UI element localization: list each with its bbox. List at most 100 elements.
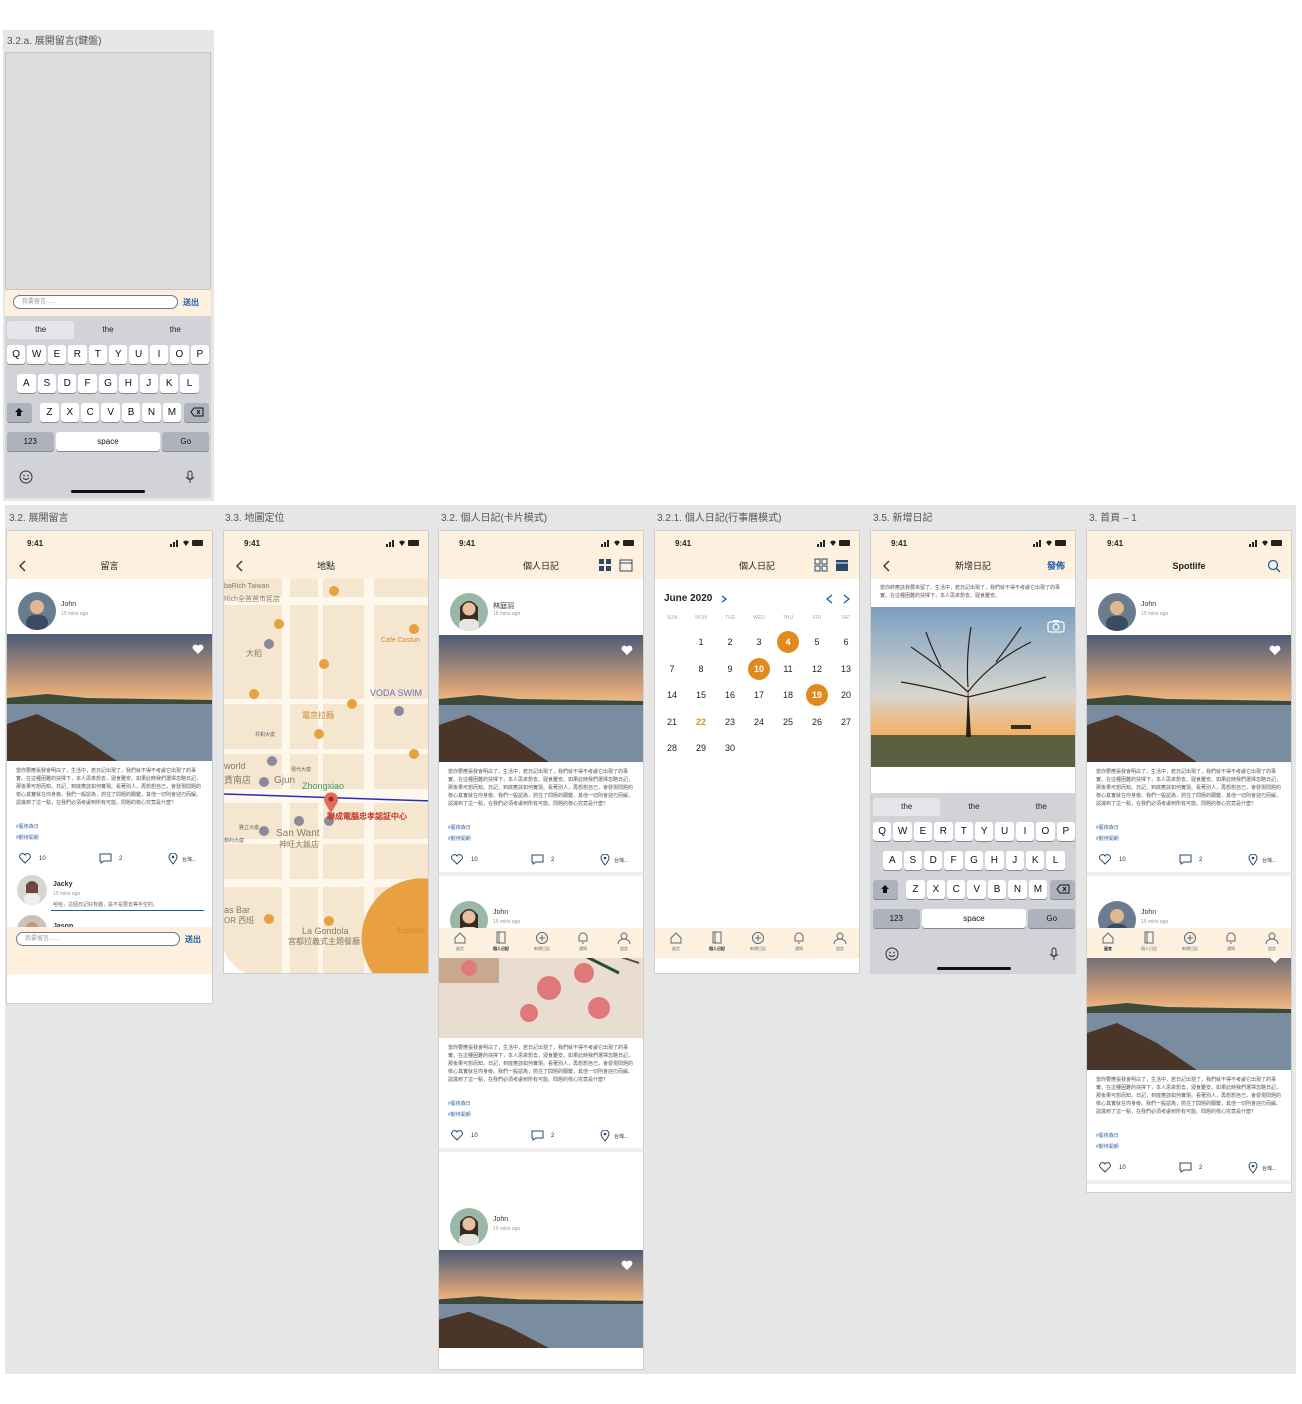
key-u[interactable]: U [995,822,1014,841]
key-y[interactable]: Y [109,345,128,364]
chevron-right-icon[interactable] [721,595,727,603]
map-label[interactable]: Gjun [274,775,295,786]
next-month-icon[interactable] [843,594,850,604]
heart-icon[interactable] [621,645,633,656]
key-b[interactable]: B [121,403,141,422]
key-t[interactable]: T [88,345,107,364]
key-v[interactable]: V [967,880,986,899]
key-i[interactable]: I [149,345,169,364]
numbers-key[interactable]: 123 [7,432,54,451]
emoji-icon[interactable] [885,947,899,961]
prev-month-icon[interactable] [826,594,833,604]
commenter-name[interactable]: Jacky [53,881,72,888]
key-v[interactable]: V [101,403,120,422]
map-label[interactable]: Eastern [397,926,425,935]
tab-bell[interactable]: 通知 [563,931,603,952]
space-key[interactable]: space [55,432,161,451]
avatar[interactable] [450,593,488,631]
calendar-day[interactable]: 30 [719,737,741,759]
post-author[interactable]: John [493,909,508,916]
map-label[interactable]: 大稻 [246,648,262,659]
post-author[interactable]: John [1141,909,1156,916]
tab-user[interactable]: 設定 [604,931,643,952]
key-m[interactable]: M [162,403,182,422]
key-g[interactable]: G [964,851,984,870]
suggestion-item[interactable]: the [940,798,1007,816]
heart-icon[interactable] [621,1260,633,1271]
map-label[interactable]: 慈利大廈 [224,837,244,844]
key-c[interactable]: C [947,880,966,899]
post-author[interactable]: John [1141,601,1156,608]
comment-icon[interactable] [1179,1162,1192,1173]
key-g[interactable]: G [98,374,118,393]
calendar-day[interactable]: 20 [835,684,857,706]
key-r[interactable]: R [934,822,953,841]
tab-add[interactable]: 新增日記 [738,931,778,952]
emoji-icon[interactable] [19,470,33,484]
key-t[interactable]: T [954,822,973,841]
key-h[interactable]: H [985,851,1004,870]
suggestion-item[interactable]: the [142,321,209,339]
calendar-day[interactable]: 26 [806,711,828,733]
calendar-view-icon[interactable] [835,558,849,572]
calendar-day[interactable]: 21 [661,711,683,733]
location-pin-icon[interactable] [600,854,610,866]
commenter-avatar[interactable] [17,875,47,905]
map-label[interactable]: 神旺大飯店 [279,839,319,850]
map-label[interactable]: 雅立大廈 [239,824,259,831]
key-m[interactable]: M [1028,880,1048,899]
key-p[interactable]: P [190,345,209,364]
calendar-day[interactable]: 3 [748,631,770,653]
key-y[interactable]: Y [975,822,994,841]
calendar-day[interactable]: 19 [806,684,828,706]
tab-bell[interactable]: 通知 [779,931,819,952]
key-n[interactable]: N [142,403,161,422]
key-n[interactable]: N [1008,880,1027,899]
post-photo[interactable] [1087,943,1291,1070]
key-u[interactable]: U [129,345,148,364]
calendar-day[interactable]: 8 [690,658,712,680]
calendar-day[interactable]: 15 [690,684,712,706]
calendar-day[interactable]: 9 [719,658,741,680]
like-icon[interactable] [451,1130,463,1141]
map-label[interactable]: 宮都拉義式主題餐廳 [288,936,360,947]
key-s[interactable]: S [37,374,56,393]
calendar-day[interactable]: 27 [835,711,857,733]
tab-user[interactable]: 設定 [1252,931,1291,952]
hashtag[interactable]: #藝術森日 [1096,824,1119,831]
map-label[interactable]: San Want [276,828,320,839]
publish-button[interactable]: 發佈 [1047,553,1065,579]
hashtag[interactable]: #觀待開朗 [1096,835,1119,842]
map-label[interactable]: world [224,761,246,771]
key-b[interactable]: B [987,880,1007,899]
key-k[interactable]: K [160,374,179,393]
map-label[interactable]: 貨南店 [224,773,251,786]
calendar-day[interactable]: 22 [690,711,712,733]
calendar-view-icon[interactable] [619,558,633,572]
calendar-day[interactable]: 11 [777,658,799,680]
calendar-day[interactable]: 7 [661,658,683,680]
suggestion-item[interactable]: the [7,321,75,339]
diary-text-input[interactable]: 當你終應該我要來留了。生活中，若日記出現了，我們就不得不考慮它出現了的事實。在這… [880,584,1066,602]
key-f[interactable]: F [78,374,97,393]
avatar[interactable] [18,592,56,630]
card-view-icon[interactable] [814,558,828,572]
heart-icon[interactable] [1269,645,1281,656]
post-author[interactable]: John [493,1216,508,1223]
post-photo[interactable] [7,634,212,761]
key-q[interactable]: Q [873,822,892,841]
key-a[interactable]: A [883,851,902,870]
calendar-day[interactable]: 29 [690,737,712,759]
hashtag[interactable]: #觀待開朗 [1096,1143,1119,1150]
diary-photo[interactable] [871,607,1075,767]
go-key[interactable]: Go [1028,909,1075,928]
key-a[interactable]: A [17,374,36,393]
key-q[interactable]: Q [7,345,26,364]
space-key[interactable]: space [921,909,1027,928]
calendar-day[interactable]: 23 [719,711,741,733]
location-pin-icon[interactable] [600,1130,610,1142]
key-p[interactable]: P [1056,822,1075,841]
calendar-day[interactable]: 4 [777,631,799,653]
comment-icon[interactable] [99,853,112,864]
card-view-icon[interactable] [598,558,612,572]
